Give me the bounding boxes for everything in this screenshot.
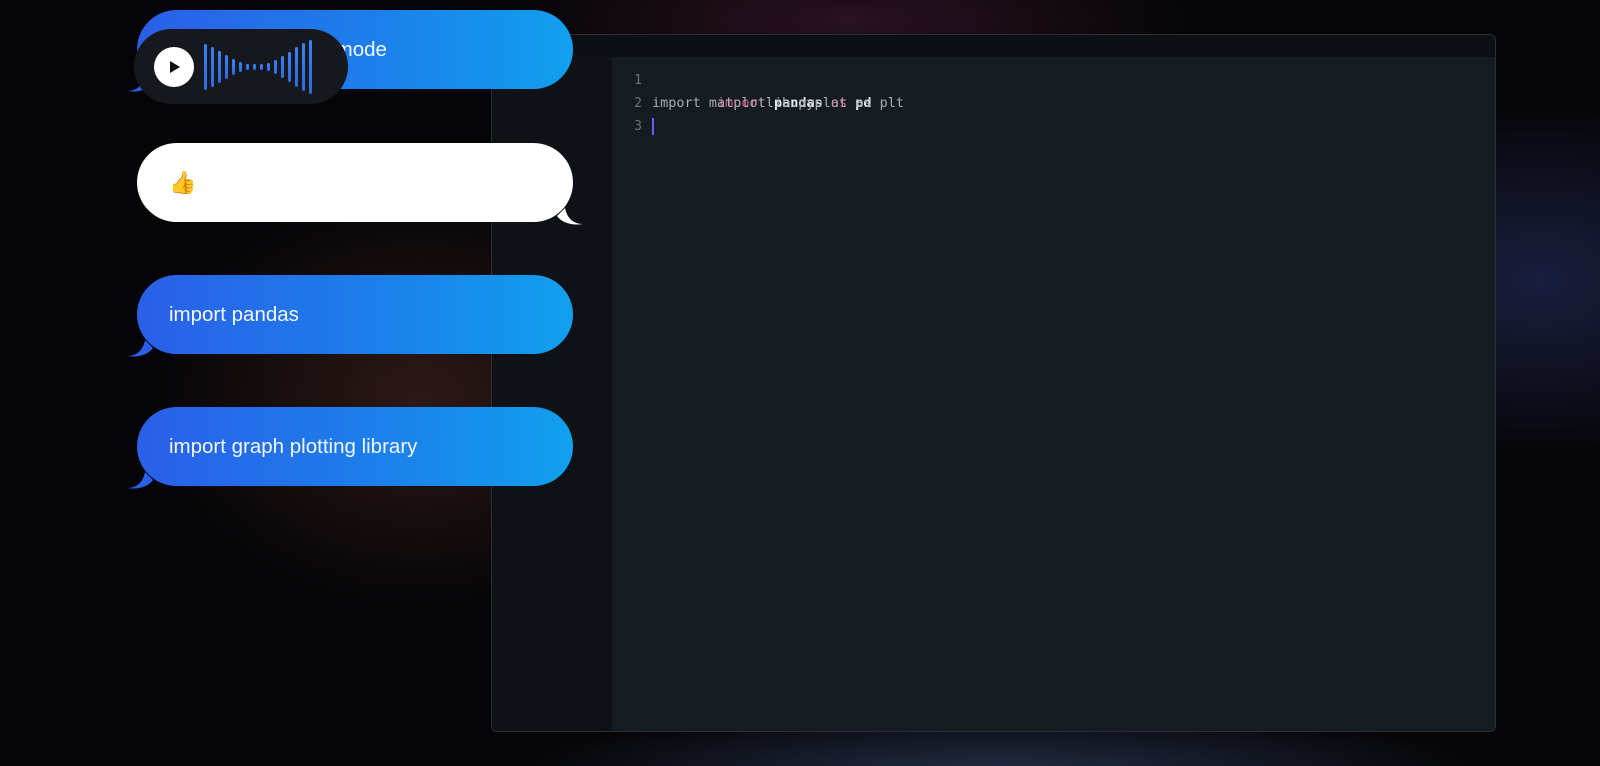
text-caret — [652, 117, 654, 135]
bubble-text: import graph plotting library — [169, 434, 418, 458]
chat-bubble-import-pandas[interactable]: import pandas — [127, 275, 573, 357]
waveform-bar — [225, 54, 228, 79]
audio-waveform — [204, 37, 312, 97]
line-content — [652, 115, 654, 138]
waveform-bar — [274, 59, 277, 74]
bubble-tail-icon — [127, 472, 153, 489]
waveform-bar — [239, 61, 242, 72]
line-content: import matplotlib.pyplot as plt — [652, 95, 904, 111]
code-editor-window: 1 import pandas as pd 2 import matplotli… — [491, 34, 1496, 732]
bubble-text: import pandas — [169, 302, 299, 326]
line-number: 3 — [634, 119, 642, 134]
waveform-bar — [267, 62, 270, 71]
code-line-3[interactable]: 3 — [612, 115, 1495, 138]
line-number: 2 — [634, 96, 642, 111]
waveform-bar — [204, 43, 207, 90]
editor-title-bar — [492, 35, 1495, 57]
waveform-bar — [288, 51, 291, 82]
waveform-bar — [232, 58, 235, 75]
play-icon — [170, 60, 180, 73]
line-number: 1 — [634, 73, 642, 88]
bubble-tail-icon — [557, 208, 583, 225]
thumbs-up-icon: 👍 — [169, 169, 197, 195]
waveform-bar — [281, 55, 284, 78]
waveform-bar — [211, 46, 214, 87]
bubble-tail-icon — [127, 340, 153, 357]
waveform-bar — [253, 63, 256, 70]
code-line-2[interactable]: 2 import matplotlib.pyplot as plt — [612, 92, 1495, 115]
chat-bubble-thumbs-up[interactable]: 👍 — [137, 143, 583, 225]
code-line-1[interactable]: 1 import pandas as pd — [612, 69, 1495, 111]
code-area[interactable]: 1 import pandas as pd 2 import matplotli… — [612, 57, 1495, 731]
waveform-bar — [309, 39, 312, 94]
chat-bubble-import-plot-library[interactable]: import graph plotting library — [127, 407, 573, 489]
waveform-bar — [260, 63, 263, 70]
waveform-bar — [295, 46, 298, 87]
play-button[interactable] — [154, 46, 194, 87]
waveform-bar — [302, 42, 305, 91]
voice-message[interactable] — [134, 29, 348, 104]
waveform-bar — [218, 50, 221, 83]
waveform-bar — [246, 63, 249, 70]
